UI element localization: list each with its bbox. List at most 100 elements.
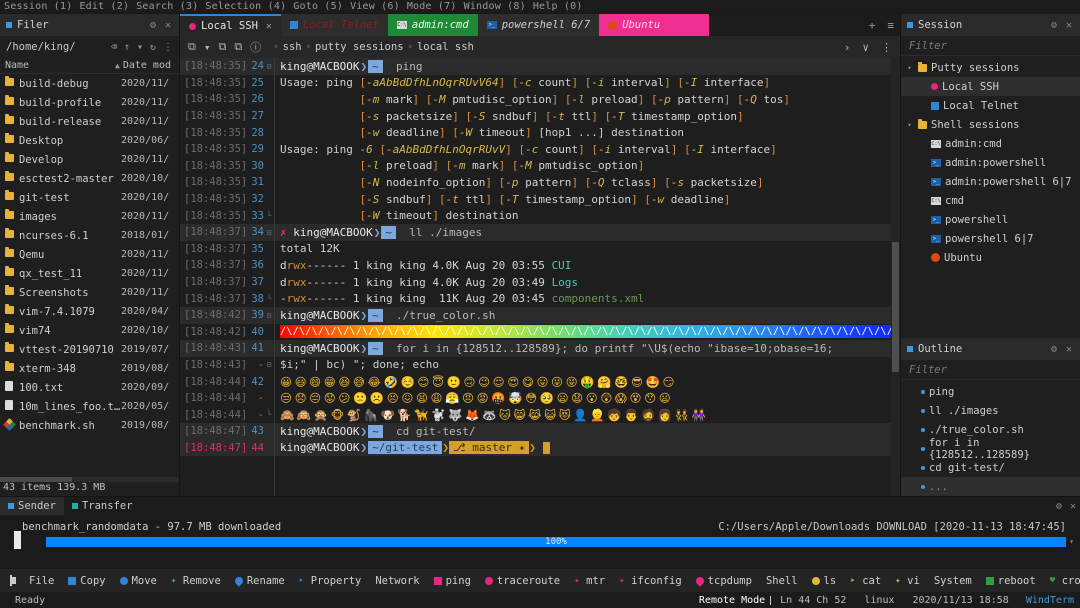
chevron-down-icon[interactable]: ▾ (1069, 537, 1074, 546)
breadcrumb-item-0[interactable]: ssh (283, 41, 302, 53)
transfer-tab-transfer[interactable]: Transfer (64, 497, 141, 515)
file-row[interactable]: esctest2-master 2020/10/ (0, 169, 179, 188)
forward-icon[interactable]: › (840, 41, 855, 54)
toolbar-button-network[interactable]: Network (368, 572, 426, 590)
file-row[interactable]: git-test 2020/10/ (0, 188, 179, 207)
transfer-row[interactable]: benchmark_randomdata - 97.7 MB downloade… (0, 521, 1080, 533)
outline-item[interactable]: ping (901, 382, 1080, 401)
fold-icon[interactable]: ⊟ (264, 360, 274, 369)
new-session-icon[interactable]: ⧉ (184, 40, 200, 54)
toolbar-button-reboot[interactable]: reboot (979, 572, 1043, 590)
fold-icon[interactable]: └ (264, 294, 274, 303)
file-row[interactable]: 10m_lines_foo.t… 2020/05/ (0, 397, 179, 416)
toolbar-button-ls[interactable]: ls (805, 572, 844, 590)
panel-toggle-icon[interactable] (10, 575, 16, 586)
fold-icon[interactable]: ⊟ (264, 228, 274, 237)
outline-item[interactable]: cd git-test/ (901, 458, 1080, 477)
file-row[interactable]: vim74 2020/10/ (0, 321, 179, 340)
transfer-tab-sender[interactable]: Sender (0, 497, 64, 515)
toolbar-button-rename[interactable]: Rename (228, 572, 292, 590)
column-date[interactable]: Date mod (123, 60, 171, 71)
session-item[interactable]: >_ powershell 6|7 (901, 229, 1080, 248)
chevron-down-icon[interactable]: ▾ (137, 42, 143, 53)
menu-item-7[interactable]: Window (8) (464, 1, 533, 12)
toolbar-button-ifconfig[interactable]: ✦ ifconfig (612, 572, 689, 590)
toolbar-button-copy[interactable]: Copy (61, 572, 112, 590)
close-icon[interactable]: ✕ (1066, 501, 1080, 512)
close-icon[interactable]: ✕ (1064, 344, 1074, 355)
session-group[interactable]: ▾ Shell sessions (901, 115, 1080, 134)
menu-item-1[interactable]: Edit (2) (79, 1, 136, 12)
session-item[interactable]: C:\ cmd (901, 191, 1080, 210)
file-row[interactable]: 100.txt 2020/09/ (0, 378, 179, 397)
session-item[interactable]: C:\ admin:cmd (901, 134, 1080, 153)
toolbar-button-cat[interactable]: ➤ cat (843, 572, 888, 590)
fold-icon[interactable]: └ (264, 211, 274, 220)
refresh-icon[interactable]: ↻ (150, 42, 156, 53)
add-tab-button[interactable]: + (863, 14, 882, 36)
outline-item[interactable]: for i in {128512..128589} (901, 437, 1080, 461)
gear-icon[interactable]: ⚙ (148, 20, 158, 31)
file-row[interactable]: xterm-348 2019/08/ (0, 359, 179, 378)
chevron-down-icon-2[interactable]: ∨ (858, 41, 873, 54)
toolbar-button-crontab[interactable]: ♥ crontab (1043, 572, 1080, 590)
file-row[interactable]: images 2020/11/ (0, 207, 179, 226)
toolbar-button-traceroute[interactable]: traceroute (478, 572, 567, 590)
session-item[interactable]: >_ powershell (901, 210, 1080, 229)
file-row[interactable]: vttest-20190710 2019/07/ (0, 340, 179, 359)
toolbar-button-property[interactable]: ➤ Property (292, 572, 369, 590)
tab-powershell-6-7[interactable]: >_ powershell 6/7 (477, 14, 600, 36)
file-row[interactable]: vim-7.4.1079 2020/04/ (0, 302, 179, 321)
chevron-down-icon[interactable]: ▾ (905, 64, 914, 72)
column-name[interactable]: Name (2, 60, 115, 71)
gear-icon[interactable]: ⚙ (1049, 20, 1059, 31)
menu-item-0[interactable]: Session (1) (4, 1, 79, 12)
close-session-icon[interactable]: ⧉ (214, 40, 230, 54)
file-row[interactable]: build-profile 2020/11/ (0, 93, 179, 112)
file-list[interactable]: build-debug 2020/11/build-profile 2020/11/… (0, 74, 179, 477)
outline-item[interactable]: ll ./images (901, 401, 1080, 420)
fold-icon[interactable]: ⊟ (264, 62, 274, 71)
toolbar-button-tcpdump[interactable]: tcpdump (689, 572, 759, 590)
toolbar-button-file[interactable]: File (22, 572, 61, 590)
gear-icon[interactable]: ⚙ (1049, 344, 1059, 355)
gear-icon[interactable]: ⚙ (1052, 501, 1066, 512)
menu-item-6[interactable]: Mode (7) (407, 1, 464, 12)
tab-local-ssh[interactable]: Local SSH ✕ (180, 14, 281, 36)
file-row[interactable]: Desktop 2020/06/ (0, 131, 179, 150)
session-group[interactable]: ▾ Putty sessions (901, 58, 1080, 77)
tab-ubuntu[interactable]: Ubuntu (599, 14, 710, 36)
session-filter-input[interactable]: Filter (901, 36, 1080, 56)
path-input[interactable]: /home/king/ (6, 41, 104, 53)
up-icon[interactable]: ↑ (124, 42, 130, 53)
filer-hscrollbar[interactable] (0, 477, 179, 482)
toolbar-button-ping[interactable]: ping (427, 572, 478, 590)
breadcrumb-item-1[interactable]: putty sessions (315, 41, 404, 53)
close-icon[interactable]: ✕ (1064, 20, 1074, 31)
outline-list[interactable]: ping ll ./images ./true_color.sh for i i… (901, 380, 1080, 496)
info-icon[interactable]: ⓘ (246, 39, 265, 55)
fold-icon[interactable]: ⊟ (264, 311, 274, 320)
terminal-scrollbar[interactable] (891, 58, 900, 496)
session-item[interactable]: Ubuntu (901, 248, 1080, 267)
file-row[interactable]: build-debug 2020/11/ (0, 74, 179, 93)
session-item[interactable]: >_ admin:powershell (901, 153, 1080, 172)
breadcrumb-item-2[interactable]: local ssh (417, 41, 474, 53)
outline-filter-input[interactable]: Filter (901, 360, 1080, 380)
close-icon[interactable]: ✕ (266, 21, 272, 32)
more-icon[interactable]: ⋮ (163, 42, 173, 53)
file-row[interactable]: benchmark.sh 2019/08/ (0, 416, 179, 435)
fold-icon[interactable]: └ (264, 410, 274, 419)
chevron-down-icon[interactable]: ▾ (905, 121, 914, 129)
file-row[interactable]: Qemu 2020/11/ (0, 245, 179, 264)
menu-item-2[interactable]: Search (3) (136, 1, 205, 12)
menu-item-4[interactable]: Goto (5) (293, 1, 350, 12)
session-item[interactable]: >_ admin:powershell 6|7 (901, 172, 1080, 191)
outline-item[interactable]: ... (901, 477, 1080, 496)
back-icon[interactable]: ⌫ (111, 42, 117, 53)
chevron-down-icon[interactable]: ▾ (200, 41, 215, 54)
file-row[interactable]: ncurses-6.1 2018/01/ (0, 226, 179, 245)
toolbar-button-move[interactable]: Move (113, 572, 164, 590)
tab-admin-cmd[interactable]: C:\ admin:cmd (387, 14, 478, 36)
close-icon[interactable]: ✕ (163, 20, 173, 31)
